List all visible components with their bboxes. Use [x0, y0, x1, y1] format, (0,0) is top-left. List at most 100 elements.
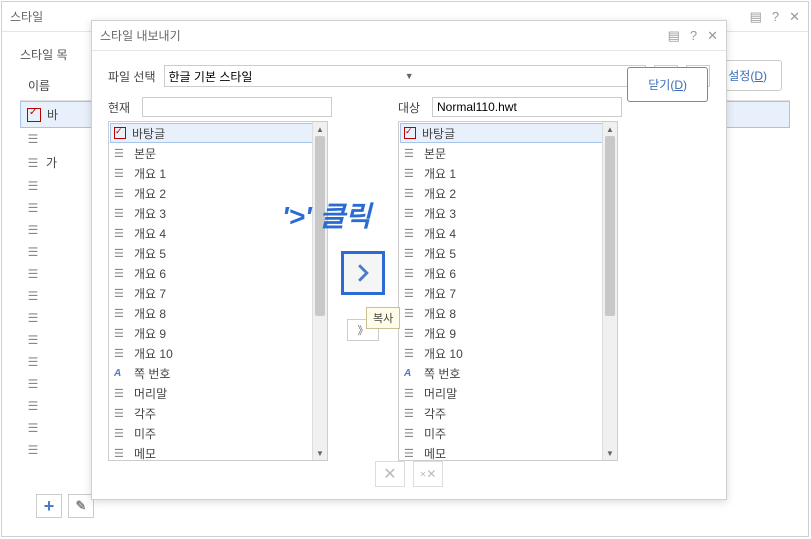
menu-icon[interactable]: ▤ [750, 9, 762, 25]
paragraph-icon: ☰ [404, 267, 418, 280]
list-item-label: 개요 8 [134, 305, 166, 322]
list-item[interactable]: ☰머리말 [400, 383, 616, 403]
list-item[interactable]: ☰개요 9 [400, 323, 616, 343]
paragraph-icon: ☰ [114, 307, 128, 320]
list-item-label: 미주 [134, 425, 156, 442]
list-item[interactable]: ☰개요 6 [400, 263, 616, 283]
list-item-label: 바탕글 [132, 125, 165, 142]
check-icon [27, 108, 41, 122]
list-item[interactable]: ☰개요 4 [110, 223, 326, 243]
paragraph-icon: ☰ [114, 207, 128, 220]
list-item[interactable]: ☰개요 9 [110, 323, 326, 343]
close-icon[interactable]: ✕ [789, 9, 800, 25]
paragraph-icon: ☰ [26, 289, 40, 303]
paragraph-icon: ☰ [26, 223, 40, 237]
list-item-label: 본문 [424, 145, 446, 162]
export-titlebar: 스타일 내보내기 ▤ ? ✕ [92, 21, 726, 51]
paragraph-icon: ☰ [114, 347, 128, 360]
scroll-down-icon[interactable]: ▼ [603, 446, 617, 460]
paragraph-icon: ☰ [26, 421, 40, 435]
list-item[interactable]: ☰개요 7 [400, 283, 616, 303]
close-button[interactable]: 닫기(D) [627, 67, 708, 102]
list-item-label: 개요 2 [134, 185, 166, 202]
list-item[interactable]: ☰개요 2 [400, 183, 616, 203]
list-item-label: 쪽 번호 [424, 365, 460, 382]
paragraph-icon: ☰ [114, 267, 128, 280]
scroll-up-icon[interactable]: ▲ [313, 122, 327, 136]
target-input[interactable] [432, 97, 622, 117]
list-item[interactable]: ☰ 개요 8 [110, 303, 326, 323]
scroll-thumb[interactable] [315, 136, 325, 316]
paragraph-icon: ☰ [114, 167, 128, 180]
list-item-label: 개요 7 [134, 285, 166, 302]
paragraph-icon: ☰ [26, 132, 40, 146]
list-item[interactable]: 바탕글 [400, 123, 616, 143]
paragraph-icon: ☰ [404, 167, 418, 180]
help-icon[interactable]: ? [690, 28, 697, 44]
list-item[interactable]: ☰개요 10 [400, 343, 616, 363]
list-item[interactable]: A쪽 번호 [400, 363, 616, 383]
scrollbar[interactable]: ▲ ▼ [312, 122, 327, 460]
paragraph-icon: ☰ [114, 387, 128, 400]
target-styles-list[interactable]: 바탕글☰본문☰개요 1☰개요 2☰개요 3☰개요 4☰개요 5☰개요 6☰개요 … [398, 121, 618, 461]
list-item-label: 본문 [134, 145, 156, 162]
current-styles-list[interactable]: 바탕글☰본문☰개요 1☰개요 2☰개요 3☰개요 4☰개요 5☰개요 6☰개요 … [108, 121, 328, 461]
list-item-label: 머리말 [134, 385, 167, 402]
list-item-label: 각주 [424, 405, 446, 422]
list-item[interactable]: ☰개요 7 [110, 283, 326, 303]
menu-icon[interactable]: ▤ [668, 28, 680, 44]
list-item[interactable]: ☰ 머리말 [110, 383, 326, 403]
list-item-label: 미주 [424, 425, 446, 442]
list-item-label: 개요 1 [134, 165, 166, 182]
close-icon[interactable]: ✕ [707, 28, 718, 44]
paragraph-icon: ☰ [404, 187, 418, 200]
chevron-down-icon: ▼ [405, 71, 641, 81]
list-item[interactable]: ☰ 개요 10 [110, 343, 326, 363]
list-item[interactable]: ☰개요 5 [110, 243, 326, 263]
list-item[interactable]: ☰개요 6 [110, 263, 326, 283]
list-item-label: 개요 7 [424, 285, 456, 302]
list-item[interactable]: ☰개요 1 [400, 163, 616, 183]
list-item[interactable]: ☰본문 [110, 143, 326, 163]
copy-right-button[interactable] [341, 251, 385, 295]
list-item[interactable]: ☰각주 [400, 403, 616, 423]
list-item-label: 개요 9 [424, 325, 456, 342]
delete-x-button[interactable]: ✕✕ [413, 461, 443, 487]
paragraph-icon: ☰ [26, 179, 40, 193]
delete-button[interactable]: ✕ [375, 461, 405, 487]
paragraph-icon: ☰ [26, 399, 40, 413]
chevron-right-icon [356, 264, 370, 282]
list-item[interactable]: ☰개요 8 [400, 303, 616, 323]
list-item[interactable]: ☰개요 4 [400, 223, 616, 243]
paragraph-icon: ☰ [26, 355, 40, 369]
list-item[interactable]: ☰메모 [400, 443, 616, 460]
list-item-label: 바 [47, 106, 58, 123]
copy-tooltip: 복사 [366, 307, 400, 329]
list-item[interactable]: ☰미주 [110, 423, 326, 443]
list-item[interactable]: ☰개요 2 [110, 183, 326, 203]
scroll-thumb[interactable] [605, 136, 615, 316]
check-icon [114, 127, 126, 139]
help-icon[interactable]: ? [772, 9, 779, 25]
list-item[interactable]: ☰개요 3 [110, 203, 326, 223]
file-select-combo[interactable]: 한글 기본 스타일 ▼ [164, 65, 647, 87]
paragraph-icon: ☰ [26, 267, 40, 281]
list-item[interactable]: 바탕글 [110, 123, 326, 143]
list-item[interactable]: ☰개요 5 [400, 243, 616, 263]
list-item[interactable]: ☰각주 [110, 403, 326, 423]
list-item[interactable]: ☰ 개요 1 [110, 163, 326, 183]
list-item-label: 개요 10 [134, 345, 173, 362]
list-item[interactable]: A쪽 번호 [110, 363, 326, 383]
scroll-up-icon[interactable]: ▲ [603, 122, 617, 136]
list-item[interactable]: ☰본문 [400, 143, 616, 163]
list-item[interactable]: ☰메모 [110, 443, 326, 460]
current-input[interactable] [142, 97, 332, 117]
scrollbar[interactable]: ▲ ▼ [602, 122, 617, 460]
list-item[interactable]: ☰미주 [400, 423, 616, 443]
add-style-button[interactable]: + [36, 494, 62, 518]
list-item[interactable]: ☰개요 3 [400, 203, 616, 223]
paragraph-icon: ☰ [114, 247, 128, 260]
current-label: 현재 [108, 99, 136, 116]
scroll-down-icon[interactable]: ▼ [313, 446, 327, 460]
list-item-label: 가 [46, 154, 57, 171]
